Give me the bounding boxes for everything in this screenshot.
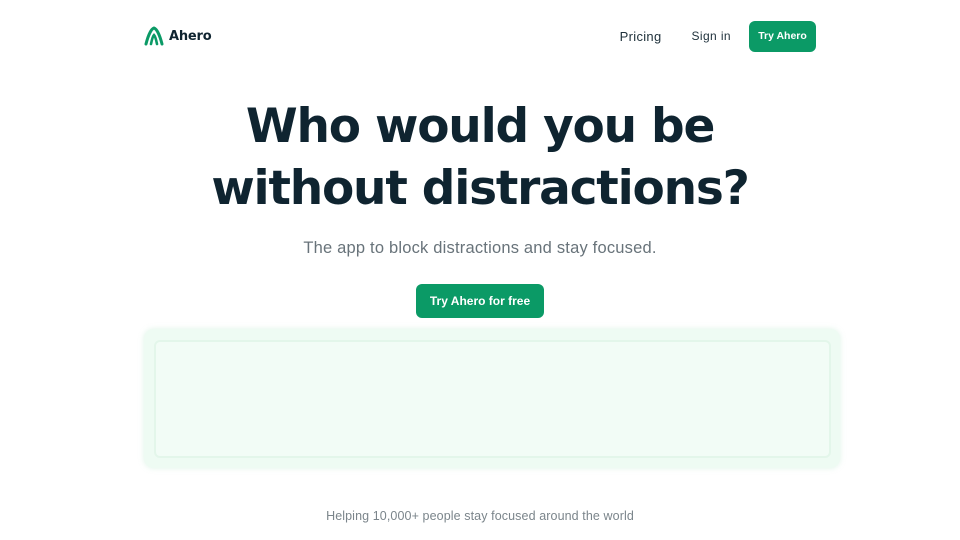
landing-page: Ahero Pricing Sign in Try Ahero Who woul… [0, 0, 960, 540]
top-nav: Ahero Pricing Sign in Try Ahero [144, 20, 816, 52]
app-preview-frame [154, 340, 831, 458]
hero-title: Who would you be without distractions? [0, 96, 960, 220]
brand-logo-link[interactable]: Ahero [144, 26, 212, 46]
nav-signin-link[interactable]: Sign in [692, 29, 732, 43]
nav-try-button[interactable]: Try Ahero [749, 20, 816, 52]
social-proof-text: Helping 10,000+ people stay focused arou… [326, 509, 634, 523]
hero-title-line-2: without distractions? [211, 161, 750, 216]
brand-name: Ahero [169, 28, 212, 44]
hero-cta-button[interactable]: Try Ahero for free [416, 284, 544, 318]
nav-links: Pricing Sign in Try Ahero [620, 20, 816, 52]
hero-subtitle: The app to block distractions and stay f… [303, 239, 657, 257]
app-preview-panel [144, 329, 840, 468]
nav-pricing-link[interactable]: Pricing [620, 29, 662, 44]
hero-title-line-1: Who would you be [245, 99, 716, 154]
ahero-logo-icon [144, 26, 164, 46]
